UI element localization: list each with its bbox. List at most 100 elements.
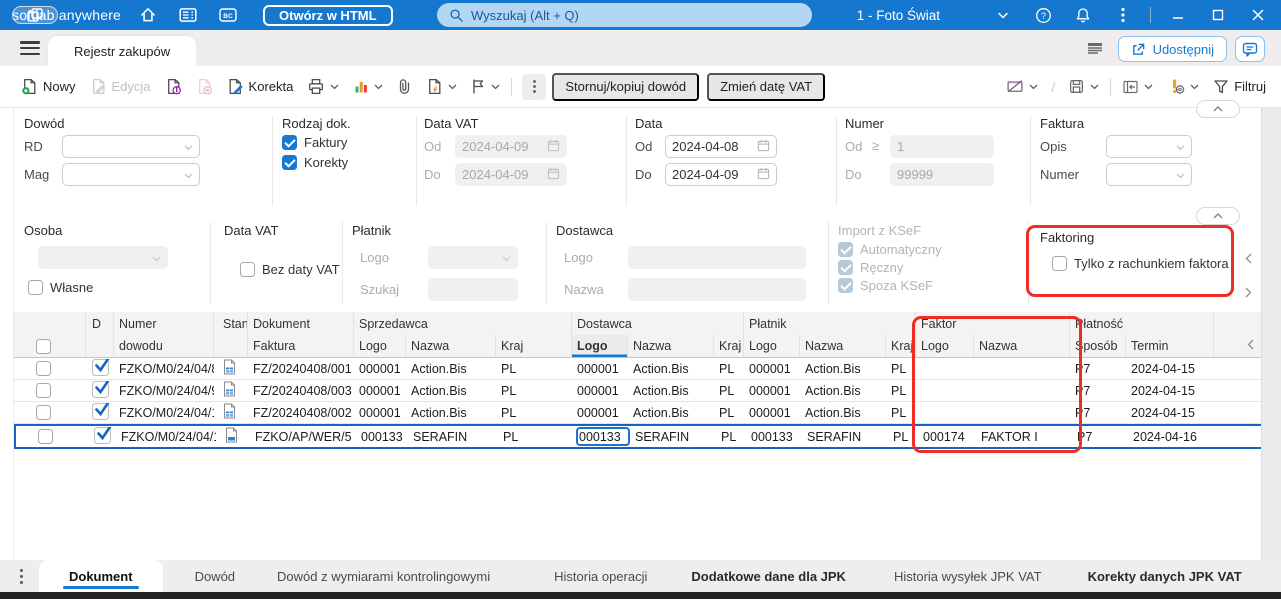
rd-select[interactable] bbox=[62, 135, 200, 158]
faktury-checkbox[interactable] bbox=[282, 135, 297, 150]
table-row-selected[interactable]: FZKO/M0/24/04/11 FZKO/AP/WER/5 000133 SE… bbox=[14, 424, 1262, 449]
cell-numer-dowodu[interactable]: FZKO/M0/24/04/9 bbox=[114, 384, 214, 398]
home-icon[interactable] bbox=[135, 3, 161, 27]
more-toolbar-actions-button[interactable] bbox=[522, 73, 547, 100]
cell-platnik-kraj[interactable]: PL bbox=[886, 406, 916, 420]
cell-sposob[interactable]: P7 bbox=[1070, 362, 1126, 376]
colgroup-sprzedawca[interactable]: Sprzedawca bbox=[354, 312, 572, 335]
data-vat-od-input[interactable]: 2024-04-09 bbox=[455, 135, 567, 158]
row-select-checkbox[interactable] bbox=[36, 383, 51, 398]
cell-platnik-kraj[interactable]: PL bbox=[886, 362, 916, 376]
cell-platnik-logo[interactable]: 000001 bbox=[744, 384, 800, 398]
data-vat-do-input[interactable]: 2024-04-09 bbox=[455, 163, 567, 186]
filter-button[interactable]: Filtruj bbox=[1206, 72, 1273, 102]
cell-dostawca-nazwa[interactable]: SERAFIN bbox=[630, 430, 716, 444]
next-filter-page-icon[interactable] bbox=[1242, 286, 1254, 298]
bottom-tabs-more-icon[interactable] bbox=[20, 568, 23, 584]
data-od-input[interactable]: 2024-04-08 bbox=[665, 135, 777, 158]
cell-platnik-nazwa[interactable]: Action.Bis bbox=[800, 406, 886, 420]
cell-termin[interactable]: 2024-04-15 bbox=[1126, 406, 1214, 420]
stornuj-button[interactable]: Stornuj/kopiuj dowód bbox=[552, 72, 700, 101]
settings-alert-button[interactable] bbox=[1160, 72, 1206, 102]
cell-platnik-nazwa[interactable]: Action.Bis bbox=[800, 384, 886, 398]
cell-platnik-nazwa[interactable]: Action.Bis bbox=[800, 362, 886, 376]
col-stan[interactable]: Stan bbox=[214, 312, 248, 335]
col-numer[interactable]: Numer bbox=[114, 312, 214, 335]
bottom-tab-dodatkowe-jpk[interactable]: Dodatkowe dane dla JPK bbox=[673, 569, 864, 584]
colgroup-dostawca[interactable]: Dostawca bbox=[572, 312, 744, 335]
colgroup-platnik[interactable]: Płatnik bbox=[744, 312, 916, 335]
cell-sposob[interactable]: P7 bbox=[1070, 384, 1126, 398]
ksef-spoza-checkbox[interactable] bbox=[838, 278, 853, 293]
bc-icon[interactable]: BC bbox=[215, 3, 241, 27]
workspaces-icon[interactable] bbox=[12, 6, 58, 24]
cell-faktura[interactable]: FZ/20240408/001 bbox=[248, 362, 354, 376]
tab-rejestr-zakupow[interactable]: Rejestr zakupów bbox=[48, 36, 197, 66]
cell-sprzedawca-nazwa[interactable]: Action.Bis bbox=[406, 362, 496, 376]
cell-numer-dowodu[interactable]: FZKO/M0/24/04/11 bbox=[116, 430, 216, 444]
layout-panels-icon[interactable] bbox=[1086, 41, 1104, 57]
help-icon[interactable]: ? bbox=[1030, 2, 1056, 28]
cell-numer-dowodu[interactable]: FZKO/M0/24/04/10 bbox=[114, 406, 214, 420]
wlasne-checkbox[interactable] bbox=[28, 280, 43, 295]
news-icon[interactable] bbox=[175, 3, 201, 27]
cell-platnik-kraj[interactable]: PL bbox=[888, 430, 918, 444]
bez-daty-vat-checkbox[interactable] bbox=[240, 262, 255, 277]
table-scroll-left-icon[interactable] bbox=[1244, 338, 1256, 350]
cell-sprzedawca-kraj[interactable]: PL bbox=[496, 362, 572, 376]
cell-dostawca-logo[interactable]: 000001 bbox=[572, 406, 628, 420]
osoba-select[interactable] bbox=[38, 246, 168, 269]
ksef-automatyczny-checkbox[interactable] bbox=[838, 242, 853, 257]
col-faktor-nazwa[interactable]: Nazwa bbox=[974, 335, 1070, 357]
cell-platnik-kraj[interactable]: PL bbox=[886, 384, 916, 398]
col-sprzedawca-kraj[interactable]: Kraj bbox=[496, 335, 572, 357]
platnik-logo-select[interactable] bbox=[428, 246, 518, 269]
mail-button[interactable] bbox=[999, 72, 1045, 102]
company-chevron-down-icon[interactable] bbox=[990, 2, 1016, 28]
attachment-button[interactable] bbox=[390, 72, 419, 102]
cell-sprzedawca-logo[interactable]: 000001 bbox=[354, 384, 406, 398]
bottom-tab-korekty-jpk[interactable]: Korekty danych JPK VAT bbox=[1070, 569, 1260, 584]
delete-document-button[interactable] bbox=[189, 72, 220, 102]
cell-dostawca-kraj[interactable]: PL bbox=[716, 430, 746, 444]
hamburger-menu-icon[interactable] bbox=[20, 41, 40, 55]
more-menu-icon[interactable] bbox=[1110, 2, 1136, 28]
cell-sprzedawca-kraj[interactable]: PL bbox=[498, 430, 574, 444]
faktura-numer-select[interactable] bbox=[1106, 163, 1192, 186]
cell-termin[interactable]: 2024-04-15 bbox=[1126, 384, 1214, 398]
select-all-checkbox[interactable] bbox=[36, 338, 51, 354]
ksef-automatyczny-row[interactable]: Automatyczny bbox=[838, 242, 942, 257]
cell-dostawca-nazwa[interactable]: Action.Bis bbox=[628, 362, 714, 376]
col-sprzedawca-logo[interactable]: Logo bbox=[354, 335, 406, 357]
cell-sprzedawca-kraj[interactable]: PL bbox=[496, 406, 572, 420]
cell-platnik-logo[interactable]: 000133 bbox=[746, 430, 802, 444]
notifications-bell-icon[interactable] bbox=[1070, 2, 1096, 28]
cell-sposob[interactable]: P7 bbox=[1072, 430, 1128, 444]
col-faktor-logo[interactable]: Logo bbox=[916, 335, 974, 357]
table-row[interactable]: FZKO/M0/24/04/10 FZ/20240408/002 000001 … bbox=[14, 402, 1262, 424]
cell-dostawca-nazwa[interactable]: Action.Bis bbox=[628, 406, 714, 420]
row-select-checkbox[interactable] bbox=[36, 405, 51, 420]
col-dowodu[interactable]: dowodu bbox=[114, 335, 214, 357]
document-info-button[interactable] bbox=[158, 72, 189, 102]
cell-dostawca-kraj[interactable]: PL bbox=[714, 406, 744, 420]
cell-sposob[interactable]: P7 bbox=[1070, 406, 1126, 420]
cell-platnik-logo[interactable]: 000001 bbox=[744, 362, 800, 376]
focused-cell-dostawca-logo[interactable]: 000133 bbox=[576, 427, 630, 446]
calendar-icon[interactable] bbox=[757, 139, 770, 155]
row-select-checkbox[interactable] bbox=[38, 429, 53, 444]
cell-faktura[interactable]: FZKO/AP/WER/5 bbox=[250, 430, 356, 444]
calendar-icon[interactable] bbox=[757, 167, 770, 183]
col-dostawca-nazwa[interactable]: Nazwa bbox=[628, 335, 714, 357]
bottom-tab-historia-wysylek-jpk[interactable]: Historia wysyłek JPK VAT bbox=[876, 569, 1060, 584]
comment-button[interactable] bbox=[1235, 36, 1265, 62]
edit-button[interactable]: Edycja bbox=[83, 72, 158, 102]
right-collapsed-panel[interactable] bbox=[1261, 108, 1281, 560]
cell-termin[interactable]: 2024-04-16 bbox=[1128, 430, 1216, 444]
cell-sprzedawca-nazwa[interactable]: Action.Bis bbox=[406, 384, 496, 398]
print-button[interactable] bbox=[300, 72, 346, 102]
ksef-spoza-row[interactable]: Spoza KSeF bbox=[838, 278, 933, 293]
ksef-reczny-checkbox[interactable] bbox=[838, 260, 853, 275]
export-document-button[interactable] bbox=[1061, 72, 1106, 102]
korekta-button[interactable]: Korekta bbox=[220, 72, 301, 102]
